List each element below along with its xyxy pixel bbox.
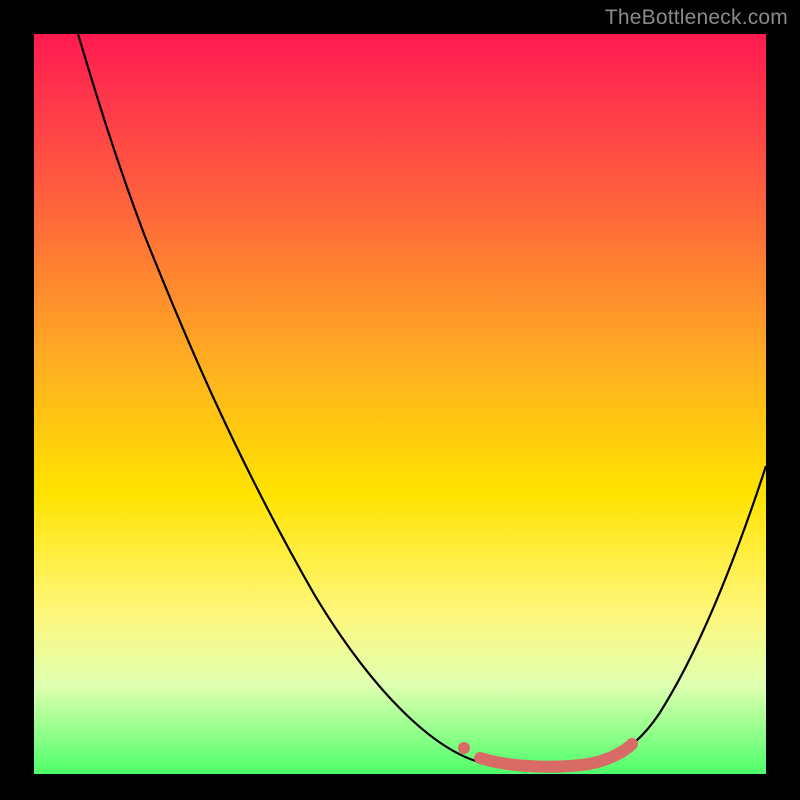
optimal-range-highlight: [480, 744, 632, 767]
watermark: TheBottleneck.com: [605, 6, 788, 30]
plot-area: [34, 34, 766, 774]
chart-svg: [34, 34, 766, 774]
highlight-start-dot: [458, 742, 470, 754]
bottleneck-curve: [78, 34, 766, 769]
chart-frame: { "watermark": "TheBottleneck.com", "col…: [0, 0, 800, 800]
